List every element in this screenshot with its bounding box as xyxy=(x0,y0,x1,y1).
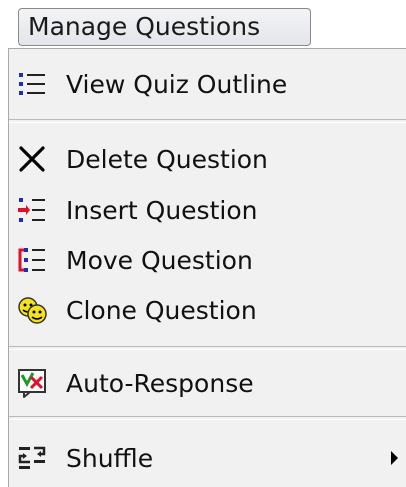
insert-list-icon xyxy=(18,198,45,222)
delete-x-icon xyxy=(19,146,45,172)
menu-item-label: Move Question xyxy=(66,245,253,275)
menu-item-label: Clone Question xyxy=(66,295,257,325)
move-list-icon xyxy=(18,248,45,272)
menu-item-label: Shuffle xyxy=(66,443,154,473)
menu-item-delete-question[interactable]: Delete Question xyxy=(9,136,406,182)
menu-item-clone-question[interactable]: Clone Question xyxy=(9,287,406,333)
shuffle-icon xyxy=(18,446,46,469)
menu-separator xyxy=(9,416,406,420)
menu-item-insert-question[interactable]: Insert Question xyxy=(9,187,406,233)
menu-item-label: Delete Question xyxy=(66,144,268,174)
submenu-arrow-icon xyxy=(391,451,398,465)
menu-item-shuffle[interactable]: Shuffle xyxy=(9,435,406,481)
outline-list-icon xyxy=(19,73,45,95)
manage-questions-button[interactable]: Manage Questions xyxy=(18,8,311,46)
manage-questions-label: Manage Questions xyxy=(28,12,261,41)
menu-separator xyxy=(9,119,406,123)
clone-faces-icon xyxy=(18,297,47,324)
menu-item-label: Auto-Response xyxy=(66,368,254,398)
auto-response-icon xyxy=(18,369,46,398)
manage-questions-dropdown-menu: View Quiz Outline Delete Question Insert… xyxy=(8,48,406,487)
menu-separator xyxy=(9,346,406,350)
menu-item-label: View Quiz Outline xyxy=(66,69,288,99)
menu-item-label: Insert Question xyxy=(66,195,258,225)
menu-item-auto-response[interactable]: Auto-Response xyxy=(9,360,406,406)
menu-item-move-question[interactable]: Move Question xyxy=(9,237,406,283)
menu-item-view-quiz-outline[interactable]: View Quiz Outline xyxy=(9,61,406,107)
